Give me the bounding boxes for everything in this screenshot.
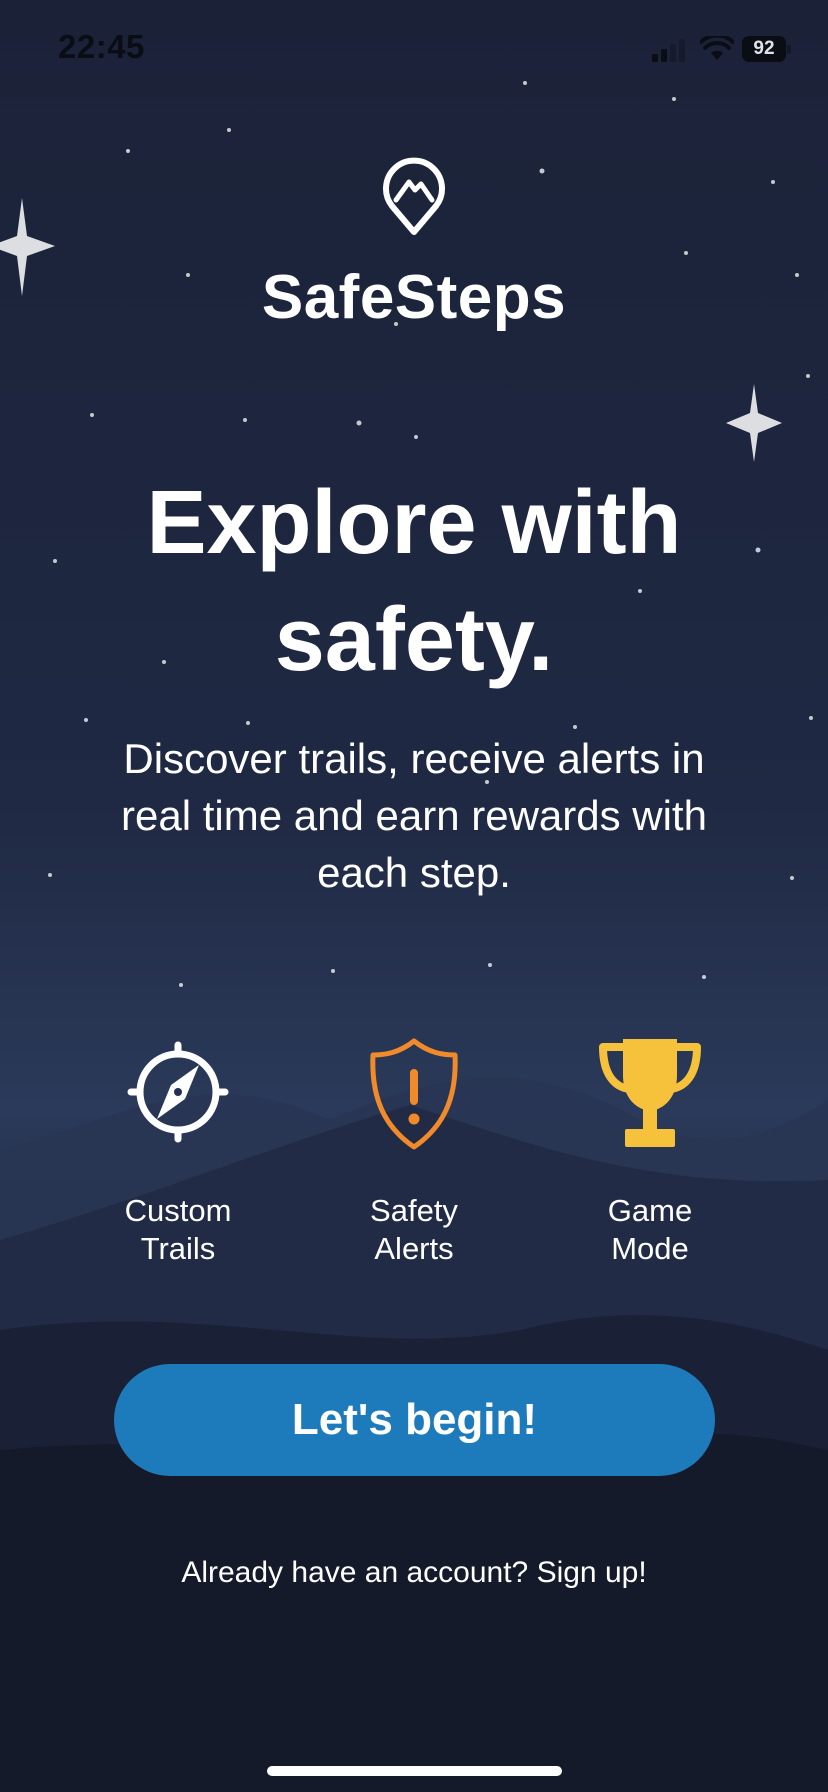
compass-icon [127, 1041, 229, 1143]
lets-begin-button[interactable]: Let's begin! [114, 1364, 715, 1476]
sign-up-link[interactable]: Already have an account? Sign up! [0, 1556, 828, 1590]
battery-level: 92 [753, 38, 775, 59]
feature-label: Custom Trails [124, 1193, 232, 1266]
feature-label: Safety Alerts [370, 1193, 458, 1266]
battery-icon: 92 [742, 36, 791, 62]
headline-line-2: safety. [274, 590, 554, 690]
status-time: 22:45 [58, 28, 145, 65]
signal-icon [652, 39, 685, 62]
headline: Explore with safety. [64, 465, 764, 699]
app-title: SafeSteps [261, 263, 567, 332]
home-indicator[interactable] [267, 1766, 562, 1776]
status-bar: 22:45 92 [0, 0, 828, 100]
lets-begin-label: Let's begin! [291, 1395, 538, 1444]
wifi-icon [700, 36, 734, 60]
mountain-pin-icon [383, 157, 445, 235]
trophy-icon [599, 1039, 701, 1147]
shield-alert-icon [370, 1038, 458, 1150]
welcome-screen: 22:45 92 SafeSteps Explore with safety. … [0, 0, 828, 1792]
subtitle: Discover trails, receive alerts in real … [121, 735, 707, 896]
feature-label: Game Mode [607, 1193, 693, 1266]
headline-line-1: Explore with [146, 473, 682, 573]
